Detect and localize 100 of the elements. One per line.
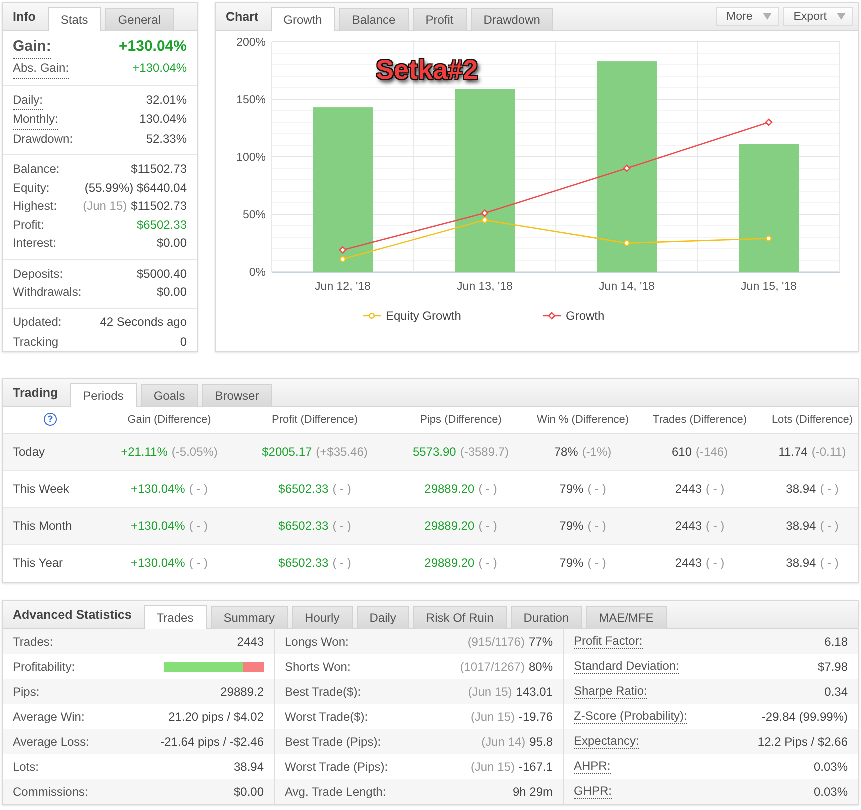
tab[interactable]: Summary	[210, 606, 288, 629]
tab[interactable]: Risk Of Ruin	[413, 606, 507, 629]
caret-icon	[837, 13, 846, 20]
y-tick-label: 100%	[236, 152, 266, 164]
stat-value: $0.00	[156, 284, 187, 301]
stat-label: Expectancy:	[574, 734, 640, 749]
cell-value: 29889.20	[424, 482, 475, 496]
cell-difference: ( - )	[706, 556, 725, 570]
stat-value: 12.2 Pips / $2.66	[758, 734, 848, 748]
stat-value: 0.03%	[814, 760, 848, 774]
stat-label: Balance:	[13, 161, 60, 178]
panel-title: Info	[12, 10, 37, 24]
cell-value: +21.11%	[121, 444, 168, 459]
help-icon[interactable]: ?	[44, 413, 57, 426]
panel-title: Chart	[225, 10, 260, 24]
cell-difference: ( - )	[478, 556, 498, 570]
stat-label: Best Trade($):	[285, 684, 362, 698]
stat-label: Profit Factor:	[574, 634, 643, 649]
cell-difference: ( - )	[820, 556, 839, 570]
stat-label: AHPR:	[574, 759, 611, 774]
stat-value: 52.33%	[146, 130, 187, 148]
cell-difference: ( - )	[189, 482, 208, 496]
legend-label[interactable]: Growth	[566, 309, 605, 323]
stat-label: Trades:	[13, 634, 54, 648]
y-tick-label: 200%	[236, 37, 266, 49]
cell-value: $6502.33	[278, 482, 329, 496]
stat-value: -21.64 pips / -$2.46	[160, 734, 264, 748]
column-header: Gain (Difference)	[128, 414, 212, 426]
tab[interactable]: Hourly	[292, 606, 353, 629]
stat-value: 80%	[528, 660, 553, 674]
stat-label: Highest:	[13, 198, 58, 215]
y-tick-label: 50%	[242, 210, 266, 222]
cell-value: $6502.33	[278, 556, 329, 570]
stat-value: 9h 29m	[512, 784, 553, 798]
tab[interactable]: Profit	[412, 8, 467, 31]
cell-difference: ( - )	[332, 518, 352, 533]
cell-difference: ( - )	[478, 482, 498, 496]
stat-label: Abs. Gain:	[13, 59, 70, 78]
stat-label: Best Trade (Pips):	[285, 734, 382, 748]
tab[interactable]: Periods	[70, 383, 137, 407]
stat-label: Monthly:	[13, 110, 58, 130]
stat-value: 0.03%	[814, 784, 848, 798]
stat-value: $7.98	[818, 660, 848, 674]
stat-label: Gain:	[13, 36, 52, 59]
tab[interactable]: Goals	[140, 384, 198, 407]
stat-label: Withdrawals:	[13, 284, 82, 301]
panel-title: Advanced Statistics	[12, 608, 133, 622]
y-tick-label: 150%	[236, 94, 266, 106]
cell-difference: (+$35.46)	[316, 444, 368, 459]
stat-value: +130.04%	[132, 60, 187, 77]
stat-label: Daily:	[13, 90, 44, 110]
dropdown-button[interactable]: More	[716, 7, 779, 26]
stat-note: (Jun 14)	[482, 734, 526, 748]
annotation-label: Setka#2	[376, 55, 478, 86]
stat-label: Lots:	[13, 760, 40, 774]
stat-value: $0.00	[156, 235, 187, 252]
cell-value: 29889.20	[424, 518, 475, 533]
stat-value: -167.1	[518, 760, 553, 774]
tab[interactable]: Balance	[339, 8, 409, 31]
stat-value: 0.34	[824, 684, 848, 698]
stat-value: +130.04%	[119, 37, 187, 57]
stat-note: (1017/1267)	[460, 660, 525, 674]
cell-difference: ( - )	[588, 556, 606, 570]
stat-value: 95.8	[530, 734, 553, 748]
tab[interactable]: Trades	[144, 605, 207, 629]
stat-value: 130.04%	[140, 111, 187, 128]
dropdown-button[interactable]: Export	[782, 7, 853, 26]
stat-note: (915/1176)	[468, 634, 525, 648]
stat-note: (Jun 15)	[470, 760, 515, 774]
tab[interactable]: Daily	[356, 606, 410, 629]
stat-value: 77%	[528, 634, 553, 648]
stat-value: $6502.33	[136, 216, 187, 234]
tab[interactable]: Growth	[270, 7, 336, 31]
cell-value: 38.94	[786, 518, 816, 533]
stat-label: Updated:	[13, 314, 62, 330]
cell-value: 79%	[560, 482, 584, 496]
tab[interactable]: Drawdown	[470, 8, 554, 31]
tab[interactable]: Browser	[202, 384, 272, 407]
cell-value: +130.04%	[130, 518, 186, 533]
tab[interactable]: Duration	[510, 606, 582, 629]
stat-label: Pips:	[13, 684, 40, 698]
cell-value: 2443	[675, 556, 702, 570]
period-label: This Month	[13, 518, 72, 533]
tab[interactable]: General	[105, 8, 174, 31]
stat-value: $11502.73	[131, 161, 187, 178]
cell-difference: ( - )	[820, 482, 839, 496]
tab[interactable]: Stats	[48, 7, 102, 31]
column-header: Profit (Difference)	[272, 414, 358, 426]
x-tick-label: Jun 12, '18	[315, 281, 371, 293]
cell-difference: ( - )	[332, 556, 352, 570]
x-tick-label: Jun 15, '18	[741, 281, 797, 293]
period-label: Today	[13, 444, 46, 459]
tab[interactable]: MAE/MFE	[586, 606, 667, 629]
cell-value: 79%	[560, 518, 584, 533]
period-label: This Year	[13, 556, 64, 570]
stat-value: 0	[180, 334, 187, 350]
cell-value: 38.94	[786, 482, 816, 496]
stat-value: 2443	[237, 634, 264, 648]
legend-label[interactable]: Equity Growth	[386, 309, 462, 323]
stat-value: (55.99%) $6440.04	[84, 180, 187, 196]
